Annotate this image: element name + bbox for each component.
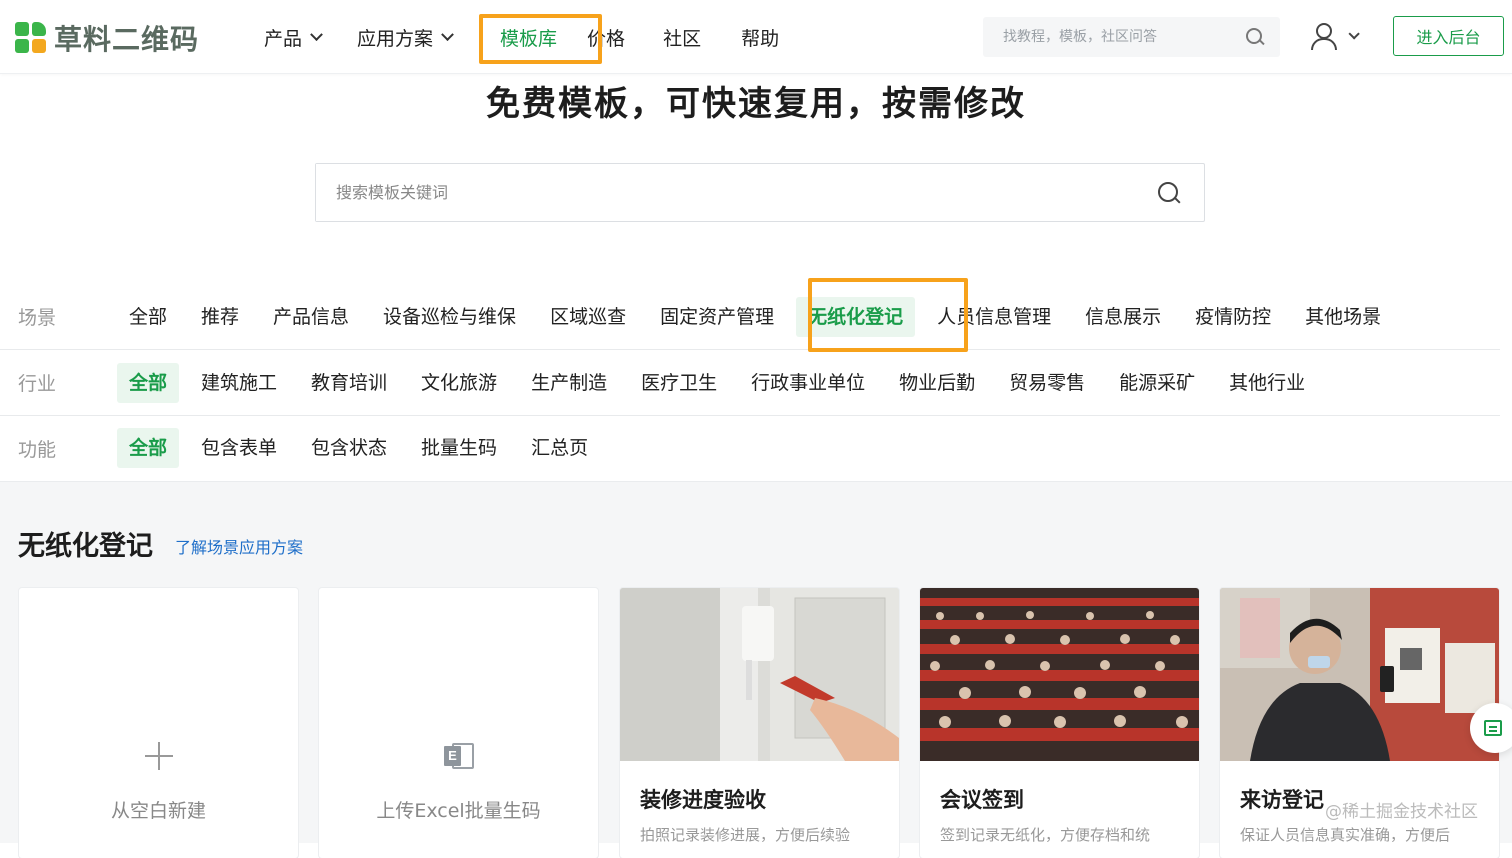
filter-industry-item[interactable]: 文化旅游 (409, 363, 509, 403)
filter-items: 全部 建筑施工 教育培训 文化旅游 生产制造 医疗卫生 行政事业单位 物业后勤 贸易零售 能源采矿… (117, 362, 1327, 403)
template-section: 无纸化登记 了解场景应用方案 从空白新建 E 上传Excel批量生码 装修进度验… (0, 481, 1512, 858)
header-search[interactable] (983, 17, 1280, 57)
filter-scene-item[interactable]: 推荐 (189, 297, 251, 337)
nav-solutions-label: 应用方案 (357, 27, 434, 50)
logo[interactable]: 草料二维码 (14, 20, 199, 56)
excel-icon: E (444, 741, 474, 771)
chevron-down-icon (310, 27, 323, 41)
nav-solutions[interactable]: 应用方案 (339, 0, 470, 74)
filter-industry-item[interactable]: 全部 (117, 362, 180, 403)
template-title: 来访登记 (1240, 788, 1324, 812)
nav-templates-label: 模板库 (500, 27, 558, 50)
search-icon[interactable] (1246, 28, 1264, 46)
filter-scene-item[interactable]: 其他场景 (1293, 297, 1393, 337)
logo-text: 草料二维码 (54, 23, 200, 56)
nav-products-label: 产品 (264, 27, 303, 50)
logo-icon (14, 21, 48, 55)
main-nav: 产品 应用方案 模板库 价格 社区 帮助 (246, 0, 799, 74)
filter-scene-item[interactable]: 全部 (117, 297, 179, 337)
template-title: 装修进度验收 (640, 788, 766, 812)
template-thumbnail (620, 588, 899, 761)
filter-label: 场景 (18, 307, 57, 329)
filter-row-scene: 场景 全部 推荐 产品信息 设备巡检与维保 区域巡查 固定资产管理 无纸化登记 人员信息管理信… (0, 284, 1500, 350)
template-card[interactable]: 会议签到 签到记录无纸化，方便存档和统 (920, 588, 1199, 858)
filter-label: 功能 (18, 438, 57, 461)
section-title: 无纸化登记 (18, 531, 153, 562)
filter-industry-item[interactable]: 物业后勤 (887, 363, 987, 403)
template-desc: 拍照记录装修进展，方便后续验 (640, 826, 851, 844)
top-header: 草料二维码 产品 应用方案 模板库 价格 社区 帮助 进入后台 (0, 0, 1512, 74)
nav-pricing-label: 价格 (587, 27, 626, 50)
nav-pricing[interactable]: 价格 (569, 0, 643, 74)
filter-scene-item[interactable]: 信息展示 (1073, 297, 1173, 337)
page-title: 免费模板，可快速复用，按需修改 (486, 84, 1026, 124)
filter-feature-item[interactable]: 汇总页 (519, 428, 600, 468)
template-search[interactable] (315, 163, 1205, 222)
template-thumbnail (920, 588, 1199, 761)
filter-feature-item[interactable]: 包含状态 (299, 428, 399, 468)
filter-industry-item[interactable]: 建筑施工 (189, 363, 289, 403)
chat-button[interactable] (1470, 703, 1512, 753)
nav-community-label: 社区 (663, 27, 702, 50)
template-search-input[interactable] (316, 164, 1158, 221)
filter-industry-item[interactable]: 教育培训 (299, 363, 399, 403)
nav-help-label: 帮助 (741, 27, 780, 50)
filter-row-industry: 行业 全部 建筑施工 教育培训 文化旅游 生产制造 医疗卫生 行政事业单位 物业后勤 贸易零售能… (0, 350, 1500, 416)
create-blank-card[interactable]: 从空白新建 (19, 588, 298, 858)
filter-industry-item[interactable]: 贸易零售 (997, 363, 1097, 403)
user-menu[interactable] (1310, 22, 1360, 50)
filter-items: 全部 推荐 产品信息 设备巡检与维保 区域巡查 固定资产管理 无纸化登记 人员信息管理 信息展示… (117, 296, 1403, 337)
plus-icon (145, 742, 173, 770)
filter-scene-item[interactable]: 产品信息 (261, 297, 361, 337)
filter-scene-item[interactable]: 疫情防控 (1183, 297, 1283, 337)
filter-scene-item[interactable]: 设备巡检与维保 (371, 297, 528, 337)
template-desc: 签到记录无纸化，方便存档和统 (940, 826, 1151, 844)
upload-excel-card[interactable]: E 上传Excel批量生码 (319, 588, 598, 858)
template-card[interactable]: 装修进度验收 拍照记录装修进展，方便后续验 (620, 588, 899, 858)
header-search-input[interactable] (983, 17, 1246, 57)
chevron-down-icon (441, 27, 454, 41)
filter-feature-item[interactable]: 全部 (117, 428, 180, 468)
filter-industry-item[interactable]: 行政事业单位 (739, 363, 877, 403)
filter-industry-item[interactable]: 医疗卫生 (629, 363, 729, 403)
filter-scene-item[interactable]: 区域巡查 (538, 297, 638, 337)
nav-products[interactable]: 产品 (246, 0, 339, 74)
chat-icon (1484, 720, 1502, 736)
filter-industry-item[interactable]: 能源采矿 (1107, 363, 1207, 403)
card-caption: 上传Excel批量生码 (376, 800, 541, 822)
filter-row-feature: 功能 全部 包含表单 包含状态 批量生码 汇总页 (0, 415, 1500, 481)
nav-help[interactable]: 帮助 (721, 0, 799, 74)
filter-feature-item[interactable]: 批量生码 (409, 428, 509, 468)
filter-scene-item[interactable]: 人员信息管理 (925, 297, 1063, 337)
template-thumbnail (1220, 588, 1499, 761)
template-desc: 保证人员信息真实准确，方便后 (1240, 826, 1451, 844)
user-icon (1310, 22, 1337, 50)
chevron-down-icon (1348, 28, 1360, 40)
watermark: @稀土掘金技术社区 (1325, 802, 1478, 822)
filter-scene-item[interactable]: 无纸化登记 (796, 296, 916, 337)
filter-label: 行业 (18, 373, 57, 395)
filter-industry-item[interactable]: 生产制造 (519, 363, 619, 403)
card-caption: 从空白新建 (110, 800, 206, 822)
filter-scene-item[interactable]: 固定资产管理 (648, 297, 786, 337)
nav-community[interactable]: 社区 (643, 0, 721, 74)
template-title: 会议签到 (940, 788, 1024, 812)
filter-feature-item[interactable]: 包含表单 (189, 428, 289, 468)
filter-industry-item[interactable]: 其他行业 (1217, 363, 1317, 403)
search-icon[interactable] (1158, 181, 1180, 204)
enter-dashboard-button[interactable]: 进入后台 (1393, 16, 1504, 56)
scene-solution-link[interactable]: 了解场景应用方案 (175, 534, 303, 558)
filter-items: 全部 包含表单 包含状态 批量生码 汇总页 (117, 428, 610, 468)
